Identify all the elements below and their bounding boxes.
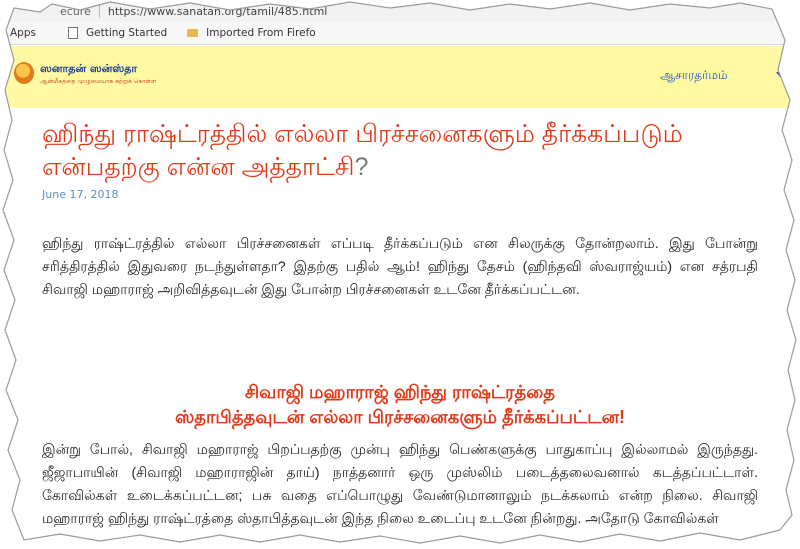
bookmark-getting-started[interactable]: Getting Started — [67, 27, 168, 39]
article-subheading: சிவாஜி மஹாராஜ் ஹிந்து ராஷ்ட்ரத்தை ஸ்தாபி… — [42, 380, 758, 430]
bookmark-label: Apps — [10, 27, 36, 39]
sanatan-logo-icon[interactable] — [14, 62, 34, 84]
bookmarks-bar: Apps Getting Started Imported From Firef… — [0, 22, 800, 45]
site-logo[interactable]: ஸனாதன் ஸன்ஸ்தா ஆன்மீகத்தை முழுமையாக கற்ற… — [40, 62, 156, 86]
secure-indicator[interactable]: ecure — [60, 5, 91, 18]
page-icon — [67, 27, 78, 39]
article-title-question-mark: ? — [354, 153, 369, 181]
bookmark-imported-from-firefox[interactable]: Imported From Firefo — [187, 27, 316, 39]
article-paragraph-1: ஹிந்து ராஷ்ட்ரத்தில் எல்லா பிரச்சனைகள் எ… — [42, 235, 758, 297]
bookmark-label: Imported From Firefo — [206, 27, 316, 39]
article-date[interactable]: June 17, 2018 — [42, 188, 118, 201]
logo-tagline: ஆன்மீகத்தை முழுமையாக கற்றுக் கொள்ள — [40, 78, 157, 85]
address-bar: ecure https://www.sanatan.org/tamil/485.… — [0, 0, 800, 23]
subheading-line-1: சிவாஜி மஹாராஜ் ஹிந்து ராஷ்ட்ரத்தை — [245, 382, 555, 402]
logo-title: ஸனாதன் ஸன்ஸ்தா — [40, 62, 138, 75]
article-title: ஹிந்து ராஷ்ட்ரத்தில் எல்லா பிரச்சனைகளும்… — [42, 118, 742, 184]
article-paragraph-2: இன்று போல், சிவாஜி மஹாராஜ் பிறப்பதற்கு ம… — [42, 441, 758, 526]
nav-item-acharadharmam[interactable]: ஆசாரதர்மம் — [660, 68, 728, 84]
chevron-down-icon[interactable] — [776, 72, 784, 77]
bookmark-apps[interactable]: Apps — [10, 27, 36, 39]
url-field[interactable]: https://www.sanatan.org/tamil/485.html — [108, 5, 328, 18]
subheading-line-2: ஸ்தாபித்தவுடன் எல்லா பிரச்சனைகளும் தீர்க… — [174, 407, 626, 427]
folder-icon — [187, 29, 199, 37]
bookmark-label: Getting Started — [85, 27, 168, 39]
address-separator — [98, 4, 100, 18]
